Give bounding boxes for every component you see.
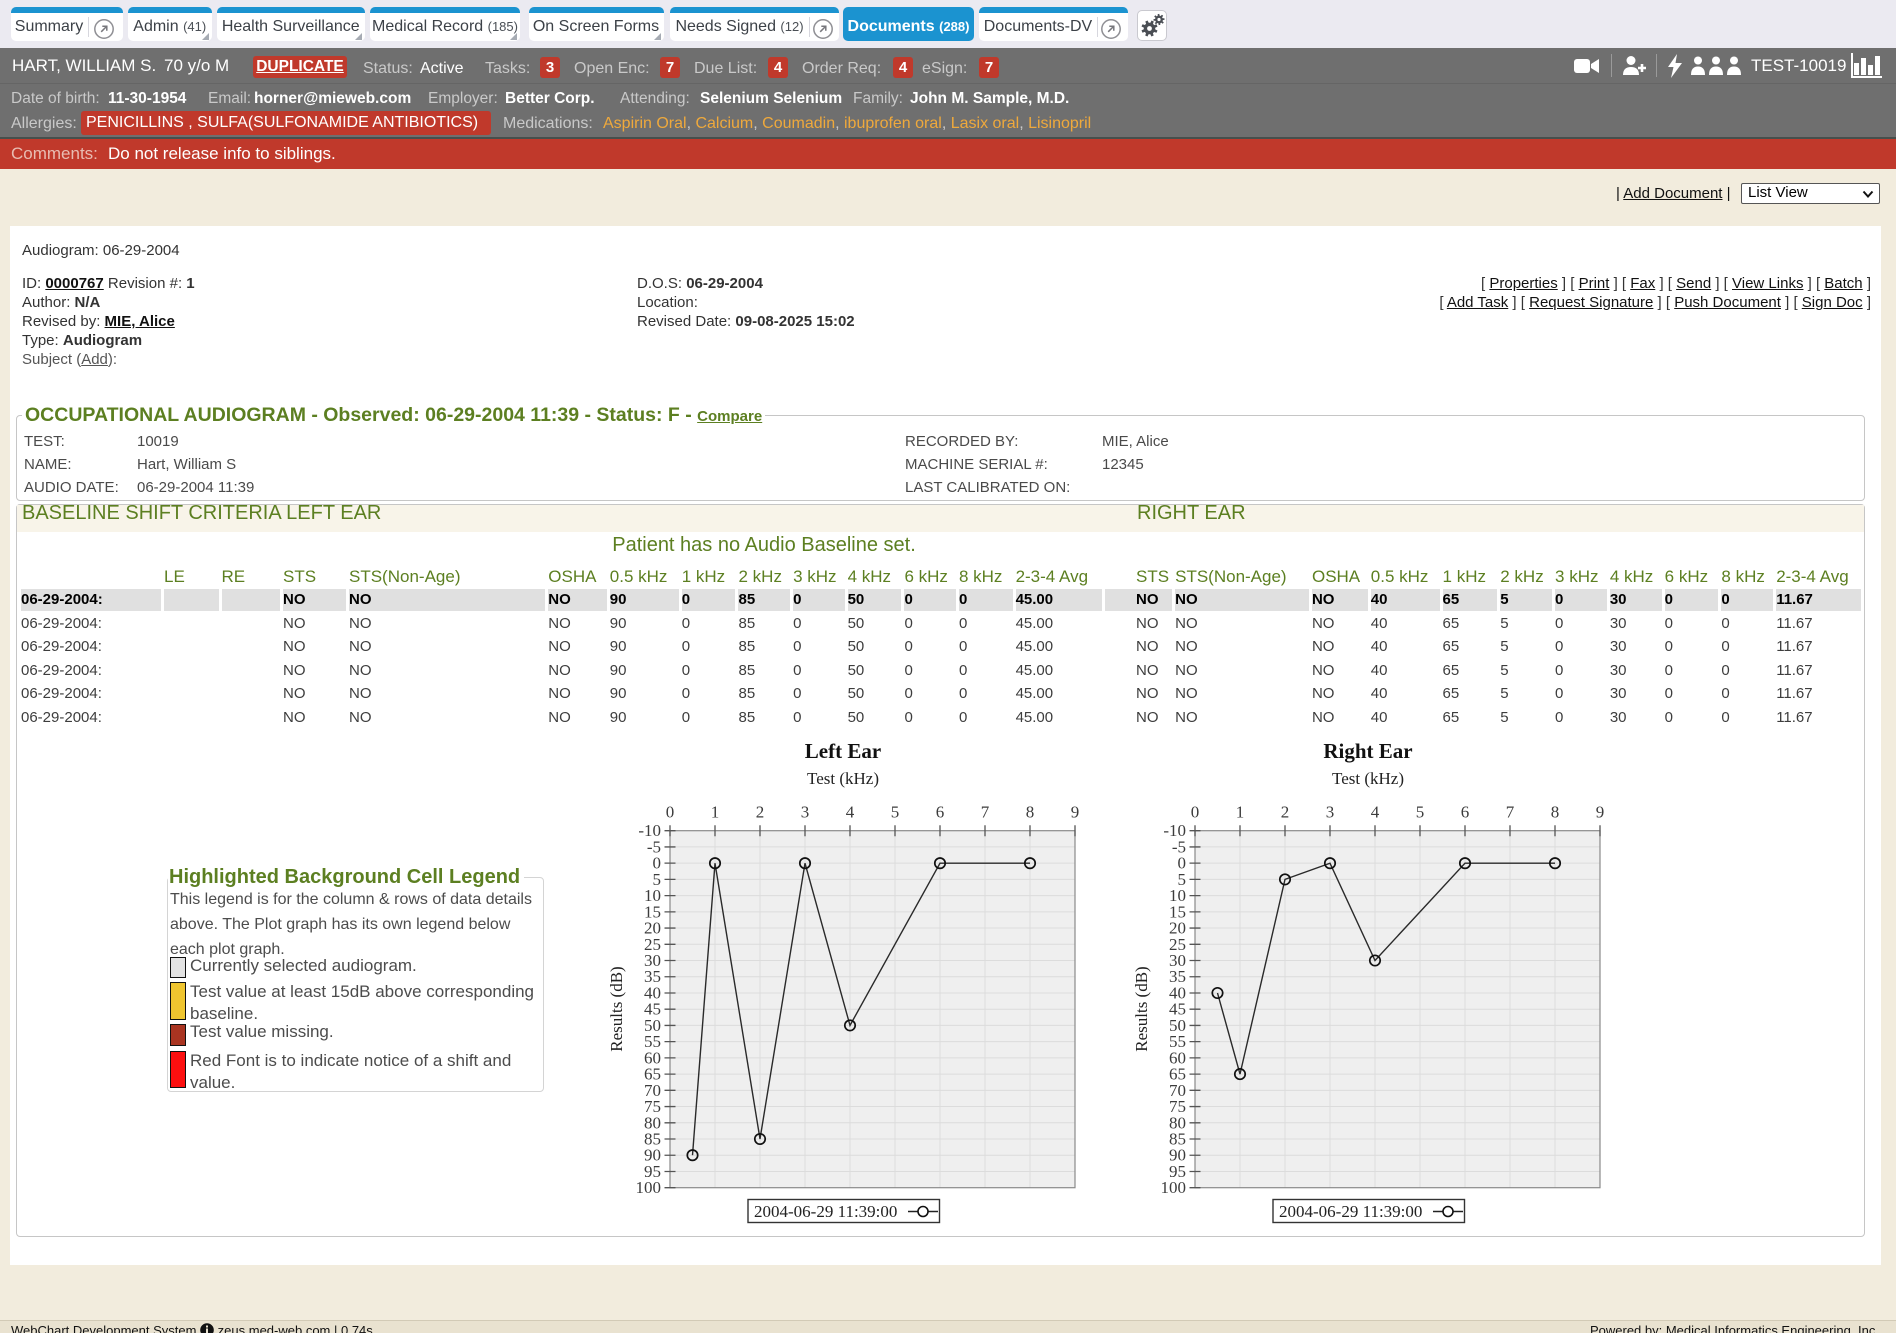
svg-text:5: 5 <box>891 803 900 822</box>
svg-text:2: 2 <box>1281 803 1290 822</box>
svg-text:9: 9 <box>1071 803 1080 822</box>
svg-text:1: 1 <box>711 803 720 822</box>
svg-text:100: 100 <box>636 1178 662 1197</box>
svg-text:100: 100 <box>1161 1178 1187 1197</box>
svg-text:6: 6 <box>936 803 945 822</box>
svg-text:4: 4 <box>1371 803 1380 822</box>
svg-text:Results (dB): Results (dB) <box>1132 966 1151 1051</box>
svg-text:2004-06-29 11:39:00: 2004-06-29 11:39:00 <box>754 1202 897 1221</box>
svg-text:0: 0 <box>666 803 675 822</box>
svg-text:3: 3 <box>801 803 810 822</box>
svg-text:3: 3 <box>1326 803 1335 822</box>
svg-text:Results (dB): Results (dB) <box>607 966 626 1051</box>
svg-text:5: 5 <box>1416 803 1425 822</box>
svg-text:Test (kHz): Test (kHz) <box>807 769 879 788</box>
svg-text:Left Ear: Left Ear <box>805 739 881 763</box>
svg-text:2004-06-29 11:39:00: 2004-06-29 11:39:00 <box>1279 1202 1422 1221</box>
svg-text:8: 8 <box>1551 803 1560 822</box>
svg-text:8: 8 <box>1026 803 1035 822</box>
svg-text:0: 0 <box>1191 803 1200 822</box>
svg-text:4: 4 <box>846 803 855 822</box>
svg-text:1: 1 <box>1236 803 1245 822</box>
svg-text:Right Ear: Right Ear <box>1323 739 1412 763</box>
svg-text:7: 7 <box>981 803 990 822</box>
svg-text:9: 9 <box>1596 803 1605 822</box>
svg-text:2: 2 <box>756 803 765 822</box>
svg-text:7: 7 <box>1506 803 1515 822</box>
svg-text:Test (kHz): Test (kHz) <box>1332 769 1404 788</box>
svg-text:6: 6 <box>1461 803 1470 822</box>
